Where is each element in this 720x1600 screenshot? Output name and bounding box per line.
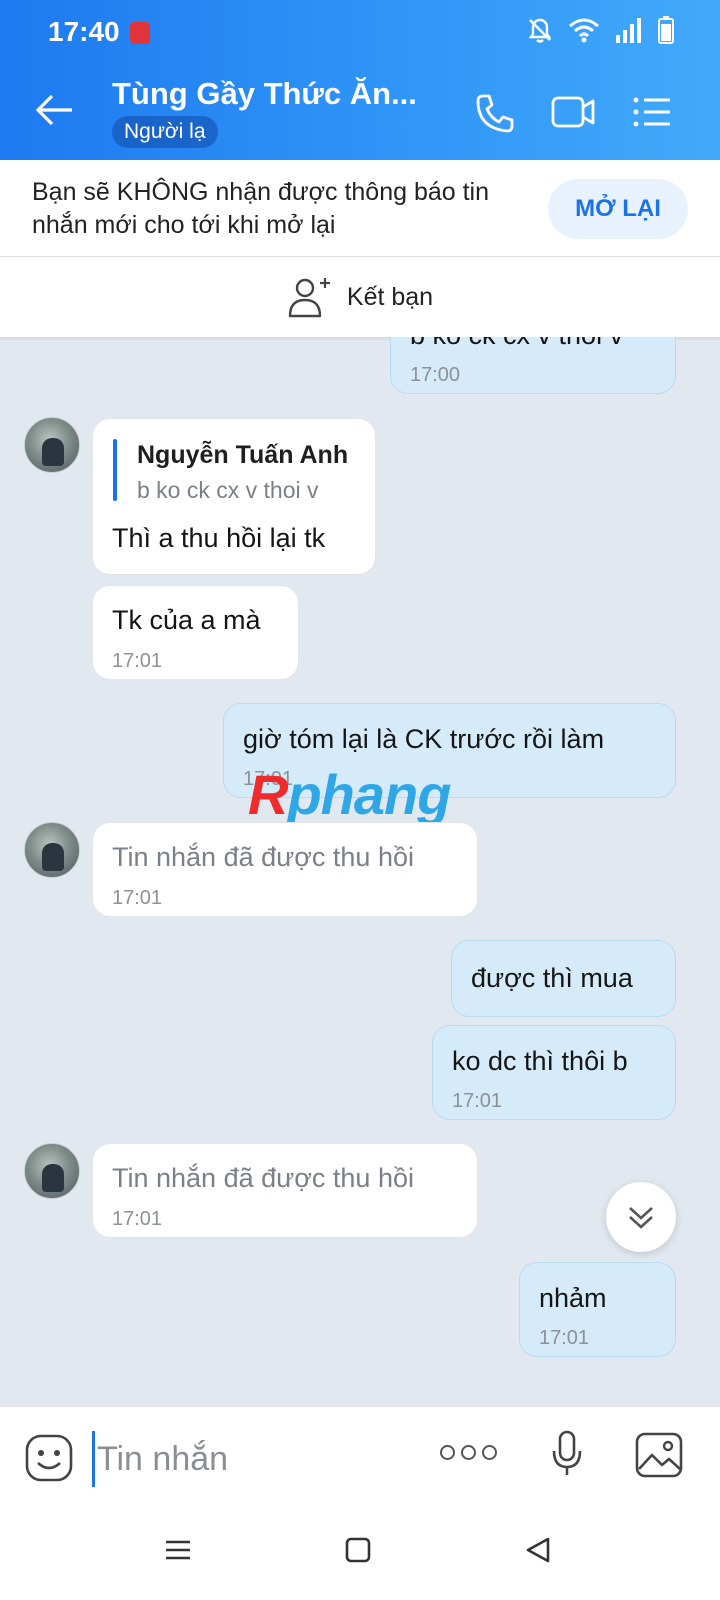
- message-time: 17:01: [112, 650, 163, 672]
- message-input[interactable]: [92, 1431, 392, 1487]
- message-bubble-incoming[interactable]: Tk của a mà 17:01: [92, 585, 299, 680]
- message-bubble-outgoing[interactable]: ko dc thì thôi b 17:01: [432, 1025, 676, 1120]
- message-list[interactable]: b ko ck cx v thoi v 17:00 Nguyễn Tuấn An…: [0, 337, 720, 1406]
- recalled-message-text: Tin nhắn đã được thu hồi: [112, 1163, 414, 1193]
- message-time: 17:00: [410, 364, 461, 386]
- double-chevron-down-icon: [629, 1207, 653, 1229]
- more-options-icon[interactable]: [440, 1445, 497, 1460]
- avatar[interactable]: [24, 822, 80, 878]
- message-time: 17:01: [112, 1208, 163, 1230]
- signal-icon: [616, 18, 641, 43]
- message-text: Thì a thu hồi lại tk: [112, 523, 326, 553]
- menu-list-icon[interactable]: [632, 92, 672, 132]
- message-composer: [0, 1406, 720, 1512]
- video-call-icon[interactable]: [550, 92, 596, 132]
- message-bubble-outgoing[interactable]: nhảm 17:01: [519, 1262, 676, 1357]
- scroll-to-bottom-button[interactable]: [606, 1182, 676, 1252]
- add-friend-icon: [288, 278, 330, 318]
- status-icons: [526, 16, 674, 44]
- reopen-notifications-button[interactable]: MỞ LẠI: [548, 179, 688, 239]
- quoted-sender: Nguyễn Tuấn Anh: [137, 441, 349, 469]
- message-text: nhảm: [539, 1283, 607, 1313]
- message-time: 17:01: [112, 887, 163, 909]
- message-bubble-outgoing[interactable]: được thì mua: [451, 940, 676, 1017]
- image-gallery-icon[interactable]: [634, 1431, 684, 1479]
- quote-bar: [113, 439, 117, 501]
- wifi-icon: [569, 18, 599, 43]
- back-icon[interactable]: [524, 1536, 552, 1564]
- message-text: giờ tóm lại là CK trước rồi làm: [243, 724, 605, 754]
- message-text: ko dc thì thôi b: [452, 1046, 628, 1076]
- phone-icon[interactable]: [474, 92, 516, 134]
- avatar[interactable]: [24, 1143, 80, 1199]
- microphone-icon[interactable]: [550, 1429, 584, 1479]
- message-bubble-reply[interactable]: Nguyễn Tuấn Anh b ko ck cx v thoi v Thì …: [92, 418, 376, 575]
- message-text: được thì mua: [471, 963, 633, 993]
- notification-icon: [130, 22, 150, 44]
- add-friend-label: Kết bạn: [346, 282, 434, 311]
- recent-apps-icon[interactable]: [164, 1536, 192, 1564]
- conversation-title[interactable]: Tùng Gầy Thức Ăn...: [112, 76, 417, 112]
- message-bubble-outgoing[interactable]: b ko ck cx v thoi v 17:00: [390, 337, 676, 394]
- home-icon[interactable]: [344, 1536, 372, 1564]
- message-bubble-recalled[interactable]: Tin nhắn đã được thu hồi 17:01: [92, 822, 478, 917]
- stranger-badge: Người lạ: [112, 116, 218, 148]
- sticker-emoji-icon[interactable]: [24, 1433, 74, 1483]
- message-text: Tk của a mà: [112, 605, 261, 635]
- notice-text: Bạn sẽ KHÔNG nhận được thông báo tin nhắ…: [32, 178, 490, 239]
- message-text: b ko ck cx v thoi v: [410, 337, 623, 351]
- recalled-message-text: Tin nhắn đã được thu hồi: [112, 842, 414, 872]
- battery-icon: [658, 16, 674, 44]
- status-time: 17:40: [48, 16, 120, 47]
- mute-bell-icon: [528, 18, 552, 43]
- back-arrow-icon[interactable]: [34, 92, 74, 128]
- message-time: 17:01: [539, 1327, 590, 1349]
- avatar[interactable]: [24, 417, 80, 473]
- chat-header: 17:40 Tùng Gầy Thức Ăn... Người lạ: [0, 0, 720, 160]
- notification-off-notice: Bạn sẽ KHÔNG nhận được thông báo tin nhắ…: [0, 160, 720, 257]
- message-time: 17:01: [452, 1090, 503, 1112]
- watermark-logo: Rphang: [248, 763, 451, 826]
- quoted-text: b ko ck cx v thoi v: [137, 477, 319, 503]
- add-friend-bar[interactable]: Kết bạn: [0, 257, 720, 337]
- system-navigation-bar: [0, 1512, 720, 1600]
- message-bubble-recalled[interactable]: Tin nhắn đã được thu hồi 17:01: [92, 1143, 478, 1238]
